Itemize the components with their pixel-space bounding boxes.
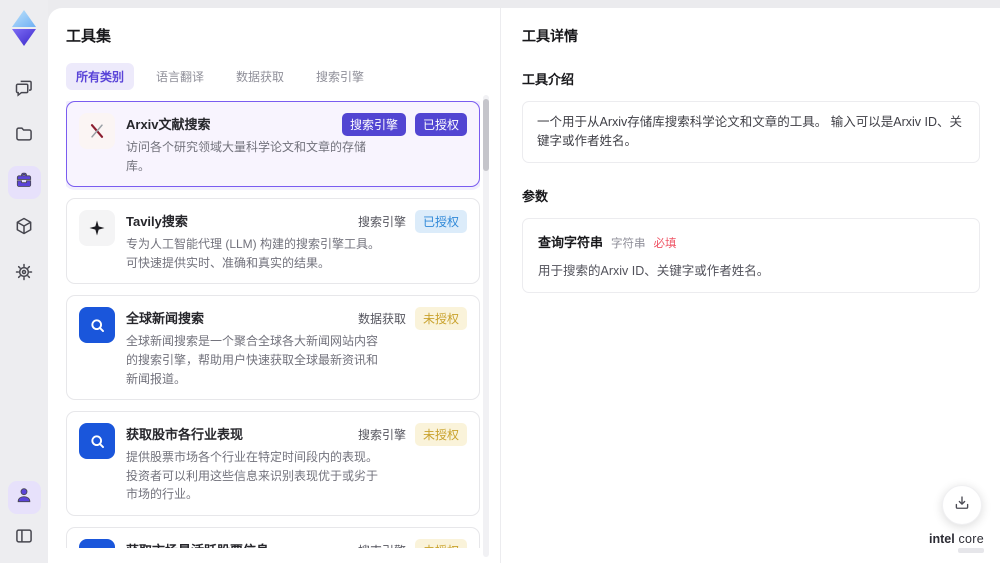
category-tab[interactable]: 所有类别 (66, 63, 135, 90)
page-title: 工具集 (66, 28, 112, 45)
collapse-panel-icon (14, 526, 34, 551)
tavily-icon (79, 210, 115, 247)
params-heading: 参数 (522, 188, 549, 204)
tool-auth-badge: 已授权 (414, 113, 467, 136)
sidebar-item-toolbox[interactable] (7, 166, 41, 199)
tool-auth-badge: 未授权 (414, 307, 467, 331)
category-tab[interactable]: 数据获取 (226, 63, 294, 90)
parameter-description: 用于搜索的Arxiv ID、关键字或作者姓名。 (538, 263, 770, 278)
tool-badges: 数据获取 未授权 (357, 307, 467, 331)
parameter-card: 查询字符串 字符串 必填 用于搜索的Arxiv ID、关键字或作者姓名。 (522, 217, 980, 293)
tool-card[interactable]: 全球新闻搜索 全球新闻搜索是一个聚合全球各大新闻网站内容的搜索引擎，帮助用户快速… (66, 295, 480, 401)
sidebar-item-collapse[interactable] (8, 522, 41, 555)
tool-auth-badge: 未授权 (414, 423, 467, 447)
tool-card[interactable]: 获取市场最活跃股票信息 提供当天交易量最高的股票列表。投资者可以利用这些信息来识… (66, 526, 480, 548)
tool-badges: 搜索引擎 已授权 (357, 210, 467, 234)
tool-name: Tavily搜索 (126, 214, 188, 230)
tool-badges: 搜索引擎 未授权 (358, 538, 467, 548)
tool-name: 全球新闻搜索 (126, 311, 205, 327)
rail-bottom (7, 481, 41, 555)
tool-category-badge: 搜索引擎 (341, 113, 406, 136)
download-button[interactable] (942, 485, 982, 525)
chat-icon (14, 78, 34, 103)
tool-description: 全球新闻搜索是一个聚合全球各大新闻网站内容的搜索引擎，帮助用户快速获取全球最新资… (126, 334, 379, 386)
rail-nav (7, 74, 41, 291)
sidebar-item-files[interactable] (8, 120, 41, 153)
tool-description: 专为人工智能代理 (LLM) 构建的搜索引擎工具。可快速提供实时、准确和真实的结… (126, 237, 381, 270)
intel-core-logo: intel core (929, 532, 984, 553)
stock-search-icon (79, 423, 115, 460)
tool-intro-box: 一个用于从Arxiv存储库搜索科学论文和文章的工具。 输入可以是Arxiv ID… (522, 101, 980, 163)
gear-icon (14, 262, 34, 287)
tool-category-badge: 搜索引擎 (357, 215, 406, 230)
download-icon (953, 494, 971, 517)
intel-brand-text: intel (928, 532, 955, 546)
tool-category-badge: 搜索引擎 (358, 539, 406, 548)
news-search-icon (79, 307, 115, 344)
tool-category-badge: 搜索引擎 (357, 428, 406, 443)
category-tab[interactable]: 语言翻译 (146, 63, 214, 90)
app-logo[interactable] (7, 8, 41, 48)
user-icon (14, 485, 34, 510)
sidebar-item-settings[interactable] (8, 258, 41, 291)
folder-icon (14, 124, 34, 149)
tool-badges: 搜索引擎 未授权 (357, 423, 467, 447)
parameter-required-flag: 必填 (653, 237, 677, 250)
tool-list-panel: 工具集 所有类别 语言翻译 数据获取 搜索引擎 Arxiv文献搜索 访问各个研究… (48, 8, 500, 563)
logo-bottom-facet (12, 29, 36, 46)
sidebar-item-packages[interactable] (8, 212, 41, 245)
tool-category-badge: 数据获取 (357, 312, 406, 327)
intel-core-text: core (958, 532, 984, 546)
parameter-name: 查询字符串 (538, 234, 604, 250)
tool-list: Arxiv文献搜索 访问各个研究领域大量科学论文和文章的存储库。 搜索引擎 已授… (66, 101, 480, 548)
arxiv-icon (79, 113, 115, 149)
main-surface: 工具集 所有类别 语言翻译 数据获取 搜索引擎 Arxiv文献搜索 访问各个研究… (48, 8, 1000, 563)
intel-logo-subbar (958, 548, 984, 553)
list-scrollbar[interactable] (483, 95, 489, 557)
tool-description: 提供股票市场各个行业在特定时间段内的表现。投资者可以利用这些信息来识别表现优于或… (126, 450, 379, 502)
intro-heading: 工具介绍 (522, 72, 575, 87)
tool-auth-badge: 已授权 (414, 210, 467, 234)
parameter-type: 字符串 (611, 237, 646, 250)
sidebar-item-chat[interactable] (8, 74, 41, 107)
cube-icon (14, 216, 34, 241)
tool-card[interactable]: 获取股市各行业表现 提供股票市场各个行业在特定时间段内的表现。投资者可以利用这些… (66, 411, 480, 516)
tool-card[interactable]: Arxiv文献搜索 访问各个研究领域大量科学论文和文章的存储库。 搜索引擎 已授… (66, 101, 480, 188)
category-tab[interactable]: 搜索引擎 (306, 63, 374, 90)
tool-card[interactable]: Tavily搜索 专为人工智能代理 (LLM) 构建的搜索引擎工具。可快速提供实… (66, 198, 480, 285)
tool-detail-panel: 工具详情 工具介绍 一个用于从Arxiv存储库搜索科学论文和文章的工具。 输入可… (500, 8, 1000, 563)
tool-name: 获取股市各行业表现 (126, 427, 244, 443)
tool-badges: 搜索引擎 已授权 (341, 113, 467, 136)
detail-panel-title: 工具详情 (522, 28, 578, 44)
sidebar-item-user[interactable] (7, 481, 41, 514)
category-tabs: 所有类别 语言翻译 数据获取 搜索引擎 (66, 63, 500, 90)
tool-auth-badge: 未授权 (414, 538, 467, 548)
tool-name: 获取市场最活跃股票信息 (126, 540, 382, 548)
list-scrollbar-thumb[interactable] (483, 99, 489, 171)
tool-description: 访问各个研究领域大量科学论文和文章的存储库。 (126, 140, 367, 173)
logo-top-facet (12, 10, 36, 27)
stock-search-icon (79, 538, 115, 548)
left-rail (0, 0, 48, 563)
toolbox-icon (14, 170, 34, 195)
